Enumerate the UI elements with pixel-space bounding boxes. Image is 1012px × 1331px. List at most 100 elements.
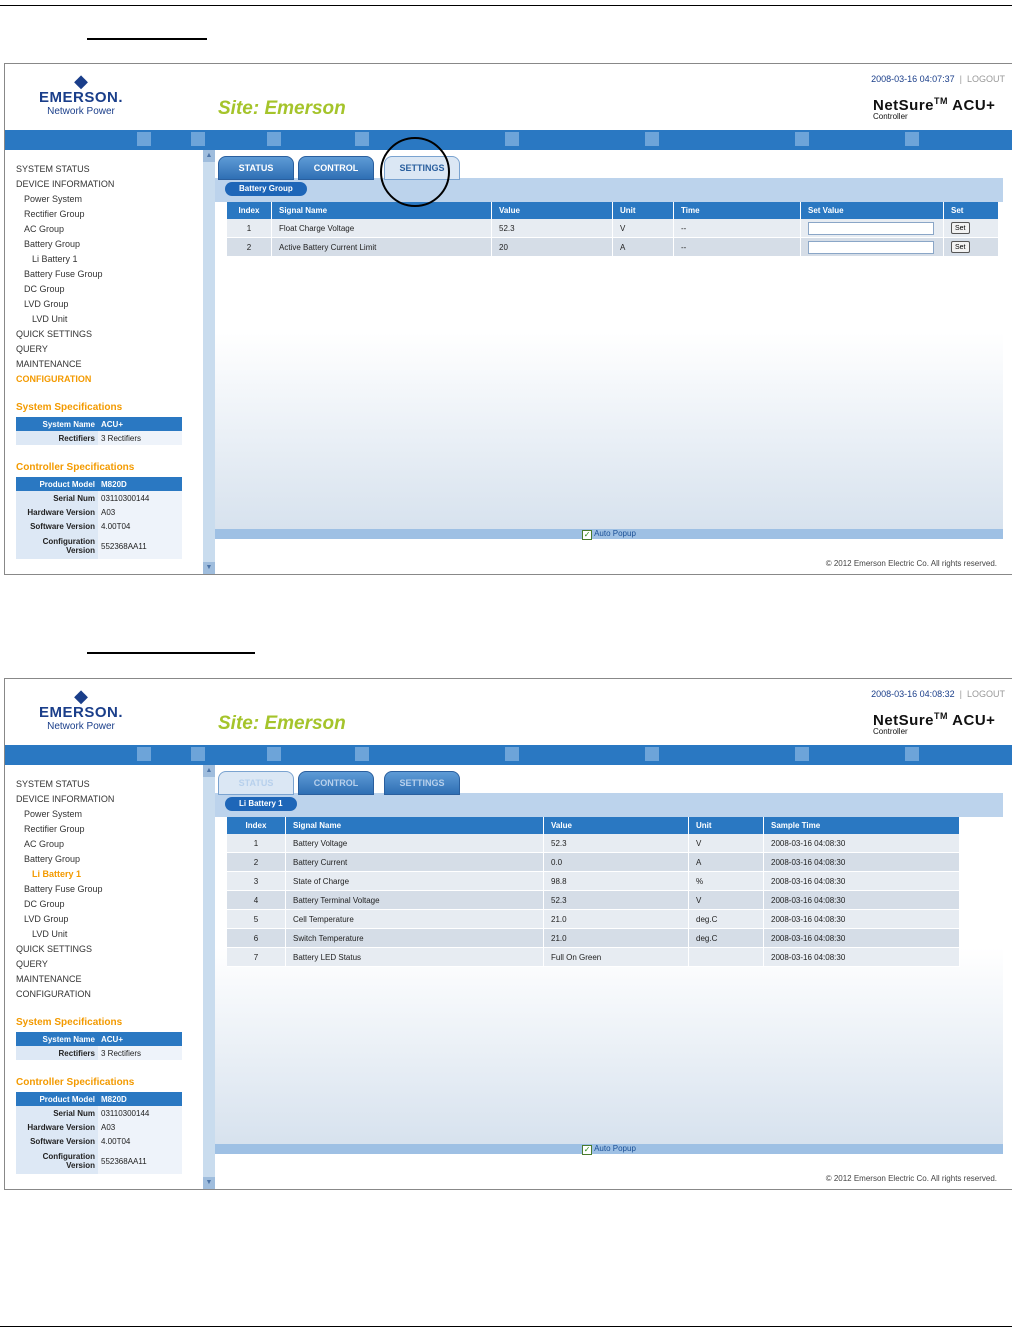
spec-value: 03110300144: [98, 491, 182, 505]
controller-spec-table: Product Model M820D Serial Num 03110300144…: [16, 1092, 182, 1174]
datetime: 2008-03-16 04:07:37: [871, 74, 955, 84]
cell-unit: [688, 947, 764, 967]
scroll-up-icon[interactable]: ▲: [203, 765, 215, 777]
screenshot-settings: ◆ EMERSON. Network Power Site: Emerson 2…: [4, 63, 1012, 575]
nav-battery-fuse-group[interactable]: Battery Fuse Group: [16, 882, 196, 897]
nav-li-battery-1[interactable]: Li Battery 1: [16, 252, 196, 267]
tab-status[interactable]: STATUS: [218, 156, 294, 180]
cell-value: 21.0: [543, 928, 689, 948]
scrollbar[interactable]: ▲ ▼: [203, 150, 215, 574]
nav-maintenance[interactable]: MAINTENANCE: [16, 972, 196, 987]
nav-lvd-unit[interactable]: LVD Unit: [16, 927, 196, 942]
nav-device-information[interactable]: DEVICE INFORMATION: [16, 792, 196, 807]
screenshot-status: ◆ EMERSON. Network Power Site: Emerson 2…: [4, 678, 1012, 1190]
cell-index: 1: [227, 219, 272, 238]
nav-system-status[interactable]: SYSTEM STATUS: [16, 777, 196, 792]
spec-key: Serial Num: [16, 491, 98, 505]
spec-key: Rectifiers: [16, 1046, 98, 1060]
spec-key: Rectifiers: [16, 431, 98, 445]
nav-battery-group[interactable]: Battery Group: [16, 237, 196, 252]
cell-signal-name: Battery Current: [285, 852, 544, 872]
cell-sample-time: 2008-03-16 04:08:30: [763, 890, 960, 910]
set-value-input[interactable]: [808, 221, 934, 235]
cell-signal-name: Switch Temperature: [285, 928, 544, 948]
top-right-status: 2008-03-16 04:07:37 | LOGOUT: [871, 74, 1005, 84]
set-button[interactable]: Set: [951, 222, 970, 234]
set-value-input[interactable]: [808, 240, 934, 254]
cell-sample-time: 2008-03-16 04:08:30: [763, 928, 960, 948]
spec-key: Configuration Version: [16, 533, 98, 559]
logout-link[interactable]: LOGOUT: [967, 689, 1005, 699]
table-row: 3 State of Charge 98.8% 2008-03-16 04:08:30: [227, 871, 960, 891]
scroll-down-icon[interactable]: ▼: [203, 1177, 215, 1189]
cell-unit: V: [688, 890, 764, 910]
col-unit: Unit: [612, 202, 674, 219]
controller-spec-table: Product Model M820D Serial Num 03110300144…: [16, 477, 182, 559]
emerson-logo: ◆ EMERSON. Network Power: [31, 72, 131, 124]
nav-device-information[interactable]: DEVICE INFORMATION: [16, 177, 196, 192]
page-bottom-rule: [0, 1326, 1012, 1327]
nav-ac-group[interactable]: AC Group: [16, 837, 196, 852]
tab-status[interactable]: STATUS: [218, 771, 294, 795]
auto-popup-label[interactable]: Auto Popup: [594, 529, 636, 538]
header: ◆ EMERSON. Network Power Site: Emerson 2…: [5, 64, 1012, 130]
nav-lvd-unit[interactable]: LVD Unit: [16, 312, 196, 327]
nav-power-system[interactable]: Power System: [16, 192, 196, 207]
nav-dc-group[interactable]: DC Group: [16, 897, 196, 912]
cell-set: Set: [943, 219, 999, 238]
cell-value: 98.8: [543, 871, 689, 891]
main-content: Li Battery 1 STATUS CONTROL SETTINGS Ind…: [215, 765, 1012, 1189]
nav-dc-group[interactable]: DC Group: [16, 282, 196, 297]
top-right-status: 2008-03-16 04:08:32 | LOGOUT: [871, 689, 1005, 699]
nav-battery-fuse-group[interactable]: Battery Fuse Group: [16, 267, 196, 282]
cell-index: 3: [227, 871, 286, 891]
nav-query[interactable]: QUERY: [16, 342, 196, 357]
scroll-up-icon[interactable]: ▲: [203, 150, 215, 162]
nav-rectifier-group[interactable]: Rectifier Group: [16, 207, 196, 222]
cell-unit: V: [688, 834, 764, 853]
scroll-down-icon[interactable]: ▼: [203, 562, 215, 574]
tab-control[interactable]: CONTROL: [298, 156, 374, 180]
scrollbar[interactable]: ▲ ▼: [203, 765, 215, 1189]
nav-ac-group[interactable]: AC Group: [16, 222, 196, 237]
auto-popup-label[interactable]: Auto Popup: [594, 1144, 636, 1153]
nav-query[interactable]: QUERY: [16, 957, 196, 972]
emerson-mark-icon: ◆: [74, 71, 88, 91]
nav-li-battery-1[interactable]: Li Battery 1: [16, 867, 196, 882]
table-row: 6 Switch Temperature 21.0 deg.C 2008-03-16 0…: [227, 928, 960, 948]
page-top-rule: [0, 5, 1012, 6]
nav-lvd-group[interactable]: LVD Group: [16, 912, 196, 927]
auto-popup-checkbox[interactable]: ✓: [582, 1145, 593, 1155]
caption-underline-2: [87, 652, 255, 654]
cell-unit: deg.C: [688, 928, 764, 948]
nav-maintenance[interactable]: MAINTENANCE: [16, 357, 196, 372]
cell-sample-time: 2008-03-16 04:08:30: [763, 871, 960, 891]
auto-popup-checkbox[interactable]: ✓: [582, 530, 593, 540]
nav-configuration[interactable]: CONFIGURATION: [16, 987, 196, 1002]
spec-value: 4.00T04: [98, 519, 182, 533]
logout-link[interactable]: LOGOUT: [967, 74, 1005, 84]
site-title: Site: Emerson: [218, 713, 346, 734]
nav-power-system[interactable]: Power System: [16, 807, 196, 822]
logo-brand: EMERSON.: [38, 89, 123, 106]
spec-value: 03110300144: [98, 1106, 182, 1120]
col-unit: Unit: [688, 817, 764, 834]
cell-signal-name: Cell Temperature: [285, 909, 544, 929]
nav-configuration[interactable]: CONFIGURATION: [16, 372, 196, 387]
nav-battery-group[interactable]: Battery Group: [16, 852, 196, 867]
tab-control[interactable]: CONTROL: [298, 771, 374, 795]
set-button[interactable]: Set: [951, 241, 970, 253]
nav-list: SYSTEM STATUS DEVICE INFORMATION Power S…: [16, 777, 196, 1002]
nav-quick-settings[interactable]: QUICK SETTINGS: [16, 942, 196, 957]
auto-popup-bar: ✓ Auto Popup: [215, 529, 1003, 540]
group-pill[interactable]: Li Battery 1: [225, 797, 297, 811]
group-pill[interactable]: Battery Group: [225, 182, 307, 196]
col-set-value: Set Value: [800, 202, 944, 219]
spec-key: Product Model: [16, 1092, 98, 1106]
nav-system-status[interactable]: SYSTEM STATUS: [16, 162, 196, 177]
tab-settings[interactable]: SETTINGS: [384, 771, 460, 795]
nav-lvd-group[interactable]: LVD Group: [16, 297, 196, 312]
cell-index: 1: [227, 834, 286, 853]
nav-quick-settings[interactable]: QUICK SETTINGS: [16, 327, 196, 342]
nav-rectifier-group[interactable]: Rectifier Group: [16, 822, 196, 837]
